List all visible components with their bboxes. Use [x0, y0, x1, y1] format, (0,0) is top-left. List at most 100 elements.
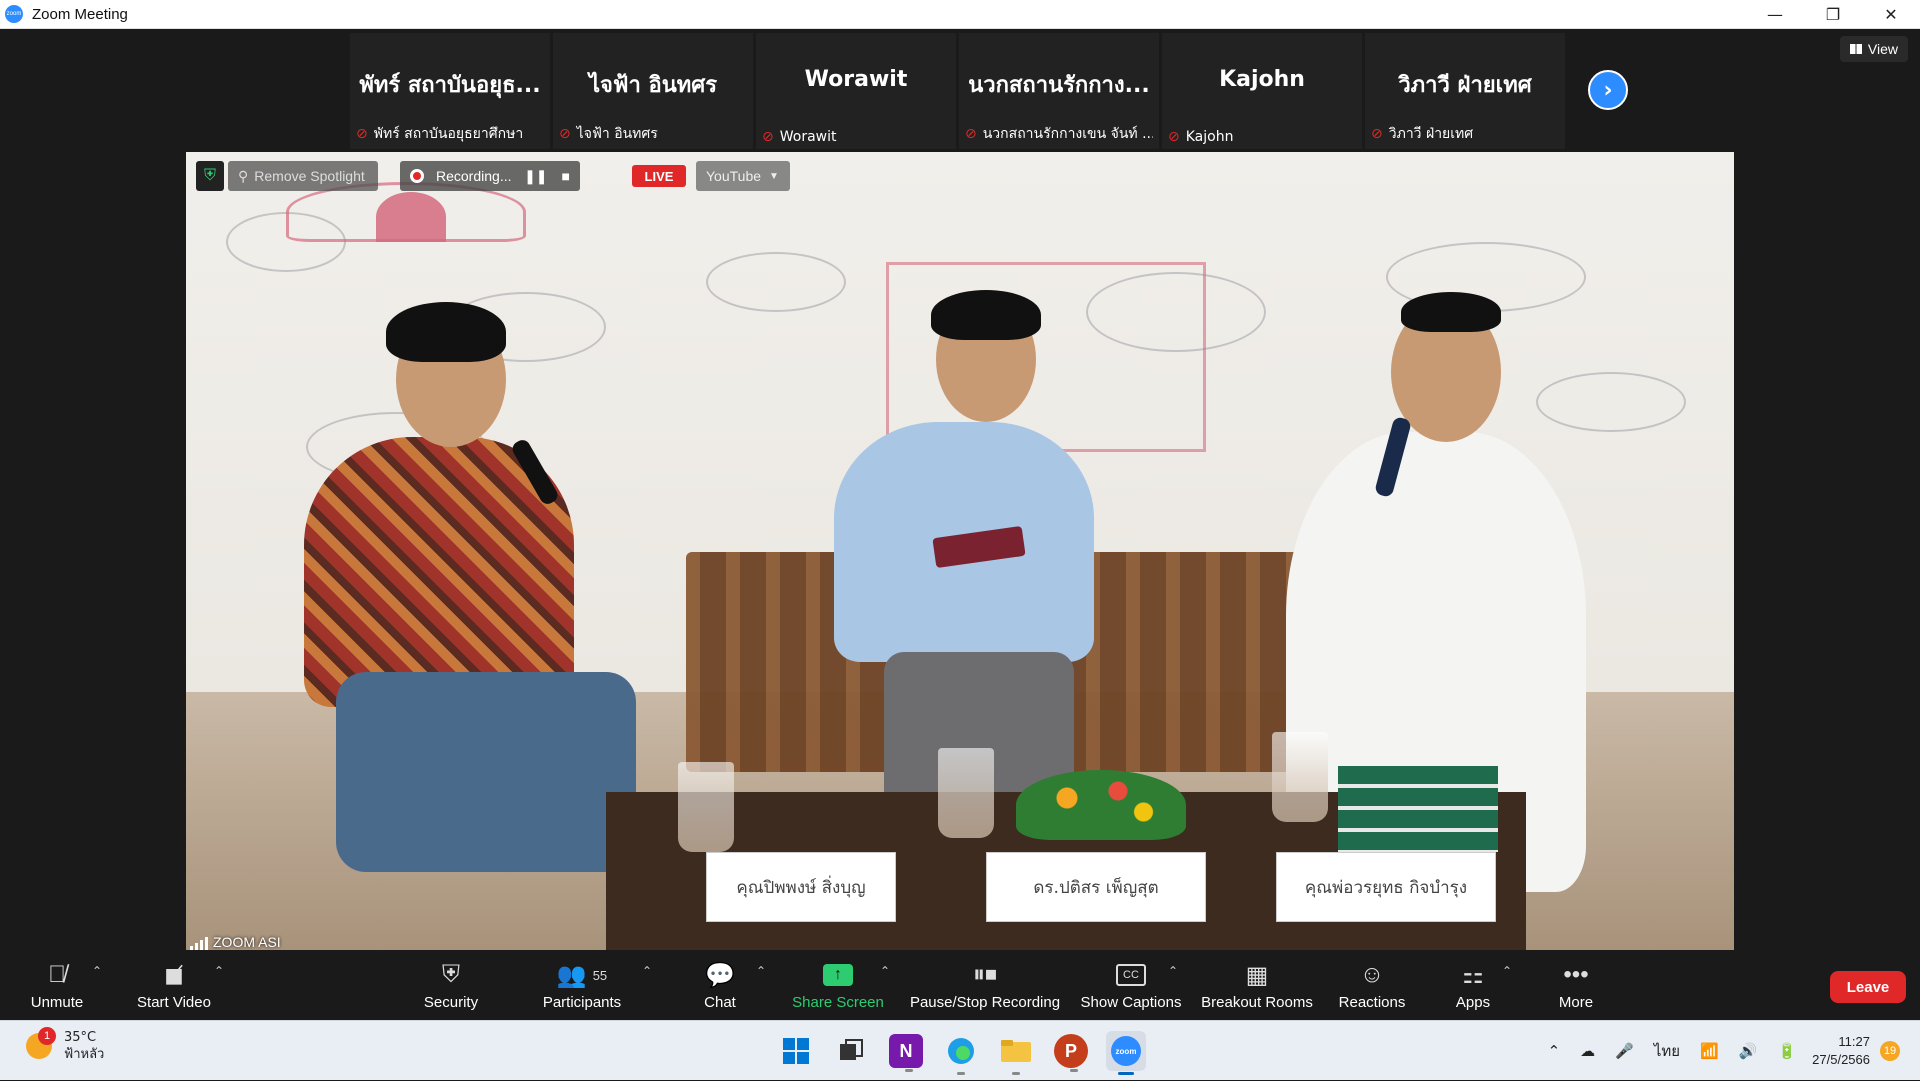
participants-label: Participants	[542, 994, 622, 1011]
mic-muted-icon: ⊘	[559, 126, 571, 142]
chevron-down-icon: ▼	[769, 170, 779, 182]
powerpoint-icon[interactable]: P	[1054, 1034, 1088, 1072]
share-screen-label: Share Screen	[792, 994, 884, 1011]
participant-label: ⊘ พัทร์ สถาบันอยุธยาศึกษา	[356, 123, 544, 145]
participant-tile[interactable]: Kajohn ⊘ Kajohn	[1162, 33, 1362, 149]
reactions-button[interactable]: ☺ Reactions	[1338, 958, 1406, 1011]
onedrive-cloud-icon[interactable]: ☁	[1580, 1042, 1595, 1060]
onenote-icon[interactable]: N	[889, 1034, 923, 1072]
remove-spotlight-button[interactable]: ⚲ Remove Spotlight	[228, 161, 378, 191]
taskbar-clock[interactable]: 11:27 27/5/2566	[1812, 1033, 1870, 1069]
close-button[interactable]: ✕	[1862, 0, 1920, 29]
task-view-icon[interactable]	[831, 1031, 871, 1071]
battery-icon[interactable]: 🔋	[1777, 1042, 1796, 1060]
participant-display-name: วิภาวี ฝ่ายเทศ	[1398, 73, 1532, 98]
participant-name: วิภาวี ฝ่ายเทศ	[1388, 126, 1474, 142]
unmute-button[interactable]: 🎙̸ Unmute	[24, 958, 90, 1011]
minimize-button[interactable]: —	[1746, 0, 1804, 29]
participant-tile[interactable]: Worawit ⊘ Worawit	[756, 33, 956, 149]
windows-start-icon[interactable]	[776, 1031, 816, 1071]
leave-button[interactable]: Leave	[1830, 971, 1906, 1003]
microphone-in-use-icon[interactable]: 🎤	[1615, 1042, 1634, 1060]
share-screen-button[interactable]: ↑ Share Screen	[792, 958, 884, 1011]
wifi-icon[interactable]: 📶	[1700, 1042, 1719, 1060]
zoom-app-icon: zoom	[5, 5, 23, 23]
security-button[interactable]: ⛨ Security	[420, 958, 482, 1011]
participant-tile[interactable]: พัทร์ สถาบันอยุธ... ⊘ พัทร์ สถาบันอยุธยาศ…	[350, 33, 550, 149]
weather-widget[interactable]: 1 35°C ฟ้าหลัว	[26, 1027, 105, 1063]
apps-options-chevron-icon[interactable]: ⌃	[1502, 964, 1512, 978]
clock-date: 27/5/2566	[1812, 1052, 1870, 1067]
participants-button[interactable]: 👥 55 Participants	[540, 958, 624, 1012]
pause-stop-recording-button[interactable]: ⏸⏹ Pause/Stop Recording	[910, 958, 1060, 1011]
participants-count: 55	[592, 967, 608, 983]
window-title: Zoom Meeting	[32, 5, 128, 23]
breakout-rooms-label: Breakout Rooms	[1201, 994, 1313, 1011]
window-titlebar: zoom Zoom Meeting — ❐ ✕	[0, 0, 1920, 29]
restore-button[interactable]: ❐	[1804, 0, 1862, 29]
pause-stop-recording-label: Pause/Stop Recording	[909, 994, 1061, 1011]
system-tray: ⌃ ☁ 🎤 ไทย 📶 🔊 🔋 11:27 27/5/2566 19	[1538, 1021, 1920, 1081]
reactions-label: Reactions	[1338, 994, 1406, 1011]
zoom-taskbar-label: zoom	[1111, 1036, 1141, 1066]
breakout-rooms-button[interactable]: ▦ Breakout Rooms	[1200, 958, 1314, 1012]
participant-label: ⊘ นวกสถานรักกางเขน จันท์ ...	[965, 123, 1153, 145]
closed-captions-icon: CC	[1116, 964, 1146, 986]
stream-target-dropdown[interactable]: YouTube ▼	[696, 161, 790, 191]
meeting-area: พัทร์ สถาบันอยุธ... ⊘ พัทร์ สถาบันอยุธยาศ…	[0, 29, 1920, 953]
windows-taskbar: 1 35°C ฟ้าหลัว N P zoom ⌃ ☁ 🎤 ไทย 📶 🔊 🔋 …	[0, 1020, 1920, 1080]
video-options-chevron-icon[interactable]: ⌃	[214, 964, 224, 978]
more-button[interactable]: ••• More	[1556, 958, 1596, 1011]
chat-button[interactable]: 💬 Chat	[704, 958, 736, 1012]
audio-options-chevron-icon[interactable]: ⌃	[92, 964, 102, 978]
participants-options-chevron-icon[interactable]: ⌃	[642, 964, 652, 978]
start-video-button[interactable]: ◼̸ Start Video	[132, 958, 216, 1012]
unmute-label: Unmute	[30, 994, 84, 1011]
apps-icon: ⚏	[1462, 961, 1484, 989]
apps-button[interactable]: ⚏ Apps	[1453, 958, 1493, 1012]
signal-strength-icon	[190, 937, 208, 950]
speaker-volume-icon[interactable]: 🔊	[1739, 1042, 1758, 1060]
weather-temperature: 35°C	[64, 1030, 97, 1045]
participant-tile[interactable]: นวกสถานรักกาง... ⊘ นวกสถานรักกางเขน จันท์…	[959, 33, 1159, 149]
captions-options-chevron-icon[interactable]: ⌃	[1168, 964, 1178, 978]
more-dots-icon: •••	[1563, 961, 1589, 988]
participant-label: ⊘ Worawit	[762, 129, 950, 145]
live-badge[interactable]: LIVE	[632, 165, 686, 187]
show-captions-button[interactable]: CC Show Captions	[1080, 958, 1182, 1011]
participant-display-name: Kajohn	[1219, 67, 1305, 92]
book-stack	[1338, 766, 1498, 852]
participant-name: ไจฟ้า อินทศร	[576, 126, 658, 142]
pin-icon: ⚲	[238, 167, 249, 184]
mic-muted-icon: ⊘	[965, 126, 977, 142]
participant-tile[interactable]: ไจฟ้า อินทศร ⊘ ไจฟ้า อินทศร	[553, 33, 753, 149]
file-explorer-icon[interactable]	[996, 1031, 1036, 1075]
stop-recording-icon[interactable]: ■	[562, 168, 570, 185]
participants-icon: 👥 55	[556, 961, 608, 989]
chat-bubble-icon: 💬	[705, 961, 735, 989]
security-label: Security	[423, 994, 479, 1011]
show-hidden-icons-chevron-icon[interactable]: ⌃	[1548, 1042, 1561, 1060]
security-shield-icon[interactable]: ⛨	[196, 161, 224, 191]
next-page-chevron-icon[interactable]: ›	[1588, 70, 1628, 110]
notification-count-badge[interactable]: 19	[1880, 1041, 1900, 1061]
view-button[interactable]: View	[1839, 36, 1908, 62]
pause-stop-icon: ⏸⏹	[973, 961, 997, 988]
zoom-taskbar-icon[interactable]: zoom	[1106, 1031, 1146, 1075]
share-options-chevron-icon[interactable]: ⌃	[880, 964, 890, 978]
weather-sun-icon: 1	[26, 1027, 56, 1059]
spotlight-video[interactable]: คุณปิพพงษ์ สิ่งบุญ ดร.ปติสร เพ็ญสุต คุณพ…	[186, 152, 1734, 953]
input-language[interactable]: ไทย	[1654, 1039, 1680, 1063]
mic-off-icon: 🎙̸	[48, 961, 66, 988]
window-controls: — ❐ ✕	[1746, 0, 1920, 29]
edge-browser-icon[interactable]	[941, 1031, 981, 1075]
weather-description: ฟ้าหลัว	[64, 1047, 105, 1062]
chat-options-chevron-icon[interactable]: ⌃	[756, 964, 766, 978]
participant-tile[interactable]: วิภาวี ฝ่ายเทศ ⊘ วิภาวี ฝ่ายเทศ	[1365, 33, 1565, 149]
participant-name: พัทร์ สถาบันอยุธยาศึกษา	[373, 126, 524, 142]
onenote-letter: N	[899, 1040, 913, 1061]
nameplate: คุณพ่อวรยุทธ กิจบำรุง	[1276, 852, 1496, 922]
pause-recording-icon[interactable]: ❚❚	[524, 168, 547, 185]
nameplate: ดร.ปติสร เพ็ญสุต	[986, 852, 1206, 922]
participant-display-name: พัทร์ สถาบันอยุธ...	[359, 73, 541, 98]
